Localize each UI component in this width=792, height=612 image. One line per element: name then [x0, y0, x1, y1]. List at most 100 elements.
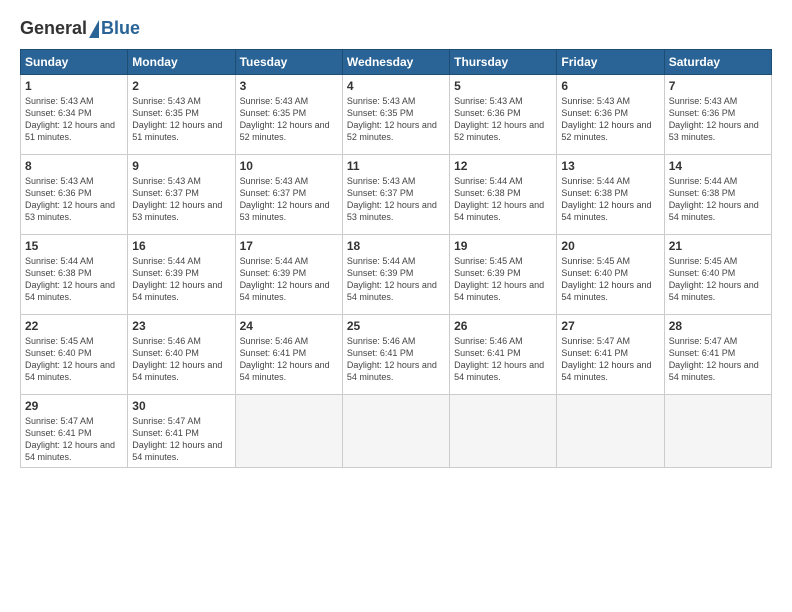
calendar-cell: 17 Sunrise: 5:44 AM Sunset: 6:39 PM Dayli…	[235, 235, 342, 315]
calendar-cell: 4 Sunrise: 5:43 AM Sunset: 6:35 PM Daylig…	[342, 75, 449, 155]
day-of-week-header: Tuesday	[235, 50, 342, 75]
day-number: 30	[132, 399, 230, 413]
day-number: 12	[454, 159, 552, 173]
day-number: 13	[561, 159, 659, 173]
page: General Blue SundayMondayTuesdayWednesda…	[0, 0, 792, 612]
day-info: Sunrise: 5:45 AM Sunset: 6:39 PM Dayligh…	[454, 255, 552, 304]
calendar-cell: 23 Sunrise: 5:46 AM Sunset: 6:40 PM Dayli…	[128, 315, 235, 395]
day-info: Sunrise: 5:43 AM Sunset: 6:34 PM Dayligh…	[25, 95, 123, 144]
day-of-week-header: Sunday	[21, 50, 128, 75]
calendar-cell: 16Sunrise: 5:44 AM Sunset: 6:39 PM Dayli…	[128, 235, 235, 315]
day-info: Sunrise: 5:43 AM Sunset: 6:35 PM Dayligh…	[347, 95, 445, 144]
header: General Blue	[20, 18, 772, 39]
day-info: Sunrise: 5:43 AM Sunset: 6:36 PM Dayligh…	[25, 175, 123, 224]
calendar-cell: 5 Sunrise: 5:43 AM Sunset: 6:36 PM Daylig…	[450, 75, 557, 155]
day-number: 18	[347, 239, 445, 253]
day-number: 29	[25, 399, 123, 413]
logo-triangle-icon	[89, 20, 99, 38]
day-number: 3	[240, 79, 338, 93]
calendar-cell	[664, 395, 771, 468]
day-info: Sunrise: 5:46 AM Sunset: 6:41 PM Dayligh…	[240, 335, 338, 384]
calendar-cell: 1 Sunrise: 5:43 AM Sunset: 6:34 PM Daylig…	[21, 75, 128, 155]
day-number: 5	[454, 79, 552, 93]
calendar-cell: 7 Sunrise: 5:43 AM Sunset: 6:36 PM Daylig…	[664, 75, 771, 155]
day-number: 26	[454, 319, 552, 333]
day-info: Sunrise: 5:46 AM Sunset: 6:41 PM Dayligh…	[454, 335, 552, 384]
calendar-cell	[450, 395, 557, 468]
day-number: 1	[25, 79, 123, 93]
day-info: Sunrise: 5:47 AM Sunset: 6:41 PM Dayligh…	[132, 415, 230, 464]
calendar-cell: 18 Sunrise: 5:44 AM Sunset: 6:39 PM Dayli…	[342, 235, 449, 315]
day-of-week-header: Saturday	[664, 50, 771, 75]
day-info: Sunrise: 5:43 AM Sunset: 6:35 PM Dayligh…	[132, 95, 230, 144]
day-number: 4	[347, 79, 445, 93]
day-number: 20	[561, 239, 659, 253]
calendar-cell: 19 Sunrise: 5:45 AM Sunset: 6:39 PM Dayli…	[450, 235, 557, 315]
calendar-cell: 9Sunrise: 5:43 AM Sunset: 6:37 PM Daylig…	[128, 155, 235, 235]
day-info: Sunrise: 5:43 AM Sunset: 6:37 PM Dayligh…	[347, 175, 445, 224]
day-info: Sunrise: 5:47 AM Sunset: 6:41 PM Dayligh…	[669, 335, 767, 384]
day-number: 14	[669, 159, 767, 173]
logo: General Blue	[20, 18, 140, 39]
day-info: Sunrise: 5:43 AM Sunset: 6:36 PM Dayligh…	[454, 95, 552, 144]
calendar-cell	[235, 395, 342, 468]
calendar-cell: 8 Sunrise: 5:43 AM Sunset: 6:36 PM Daylig…	[21, 155, 128, 235]
day-info: Sunrise: 5:44 AM Sunset: 6:38 PM Dayligh…	[454, 175, 552, 224]
calendar-cell: 10 Sunrise: 5:43 AM Sunset: 6:37 PM Dayli…	[235, 155, 342, 235]
calendar-cell: 22 Sunrise: 5:45 AM Sunset: 6:40 PM Dayli…	[21, 315, 128, 395]
day-info: Sunrise: 5:45 AM Sunset: 6:40 PM Dayligh…	[669, 255, 767, 304]
calendar-cell: 12 Sunrise: 5:44 AM Sunset: 6:38 PM Dayli…	[450, 155, 557, 235]
day-of-week-header: Thursday	[450, 50, 557, 75]
calendar-cell: 26 Sunrise: 5:46 AM Sunset: 6:41 PM Dayli…	[450, 315, 557, 395]
calendar-cell: 30 Sunrise: 5:47 AM Sunset: 6:41 PM Dayli…	[128, 395, 235, 468]
calendar-cell	[342, 395, 449, 468]
day-number: 9	[132, 159, 230, 173]
day-number: 2	[132, 79, 230, 93]
day-number: 6	[561, 79, 659, 93]
calendar-cell: 14 Sunrise: 5:44 AM Sunset: 6:38 PM Dayli…	[664, 155, 771, 235]
day-number: 28	[669, 319, 767, 333]
day-number: 23	[132, 319, 230, 333]
day-number: 27	[561, 319, 659, 333]
day-info: Sunrise: 5:44 AM Sunset: 6:39 PM Dayligh…	[347, 255, 445, 304]
calendar-cell: 3 Sunrise: 5:43 AM Sunset: 6:35 PM Daylig…	[235, 75, 342, 155]
calendar-cell: 27 Sunrise: 5:47 AM Sunset: 6:41 PM Dayli…	[557, 315, 664, 395]
calendar-cell: 11 Sunrise: 5:43 AM Sunset: 6:37 PM Dayli…	[342, 155, 449, 235]
day-number: 7	[669, 79, 767, 93]
calendar-cell: 20Sunrise: 5:45 AM Sunset: 6:40 PM Dayli…	[557, 235, 664, 315]
day-info: Sunrise: 5:43 AM Sunset: 6:35 PM Dayligh…	[240, 95, 338, 144]
day-number: 19	[454, 239, 552, 253]
day-number: 21	[669, 239, 767, 253]
day-info: Sunrise: 5:44 AM Sunset: 6:39 PM Dayligh…	[240, 255, 338, 304]
day-info: Sunrise: 5:47 AM Sunset: 6:41 PM Dayligh…	[561, 335, 659, 384]
day-info: Sunrise: 5:46 AM Sunset: 6:41 PM Dayligh…	[347, 335, 445, 384]
calendar-cell: 2 Sunrise: 5:43 AM Sunset: 6:35 PM Daylig…	[128, 75, 235, 155]
calendar-table: SundayMondayTuesdayWednesdayThursdayFrid…	[20, 49, 772, 468]
day-info: Sunrise: 5:46 AM Sunset: 6:40 PM Dayligh…	[132, 335, 230, 384]
logo-general-text: General	[20, 18, 87, 39]
day-info: Sunrise: 5:43 AM Sunset: 6:37 PM Dayligh…	[240, 175, 338, 224]
day-number: 25	[347, 319, 445, 333]
calendar-cell: 28 Sunrise: 5:47 AM Sunset: 6:41 PM Dayli…	[664, 315, 771, 395]
day-number: 16	[132, 239, 230, 253]
logo-blue-text: Blue	[101, 18, 140, 39]
day-info: Sunrise: 5:43 AM Sunset: 6:36 PM Dayligh…	[561, 95, 659, 144]
day-info: Sunrise: 5:44 AM Sunset: 6:38 PM Dayligh…	[561, 175, 659, 224]
day-number: 15	[25, 239, 123, 253]
day-info: Sunrise: 5:44 AM Sunset: 6:38 PM Dayligh…	[669, 175, 767, 224]
day-of-week-header: Wednesday	[342, 50, 449, 75]
day-number: 8	[25, 159, 123, 173]
calendar-cell: 29Sunrise: 5:47 AM Sunset: 6:41 PM Dayli…	[21, 395, 128, 468]
calendar-cell: 25 Sunrise: 5:46 AM Sunset: 6:41 PM Dayli…	[342, 315, 449, 395]
day-number: 24	[240, 319, 338, 333]
day-info: Sunrise: 5:45 AM Sunset: 6:40 PM Dayligh…	[25, 335, 123, 384]
day-number: 11	[347, 159, 445, 173]
calendar-cell: 24 Sunrise: 5:46 AM Sunset: 6:41 PM Dayli…	[235, 315, 342, 395]
day-info: Sunrise: 5:43 AM Sunset: 6:36 PM Dayligh…	[669, 95, 767, 144]
day-number: 17	[240, 239, 338, 253]
calendar-cell	[557, 395, 664, 468]
calendar-cell: 15Sunrise: 5:44 AM Sunset: 6:38 PM Dayli…	[21, 235, 128, 315]
day-number: 22	[25, 319, 123, 333]
day-number: 10	[240, 159, 338, 173]
calendar-cell: 13 Sunrise: 5:44 AM Sunset: 6:38 PM Dayli…	[557, 155, 664, 235]
